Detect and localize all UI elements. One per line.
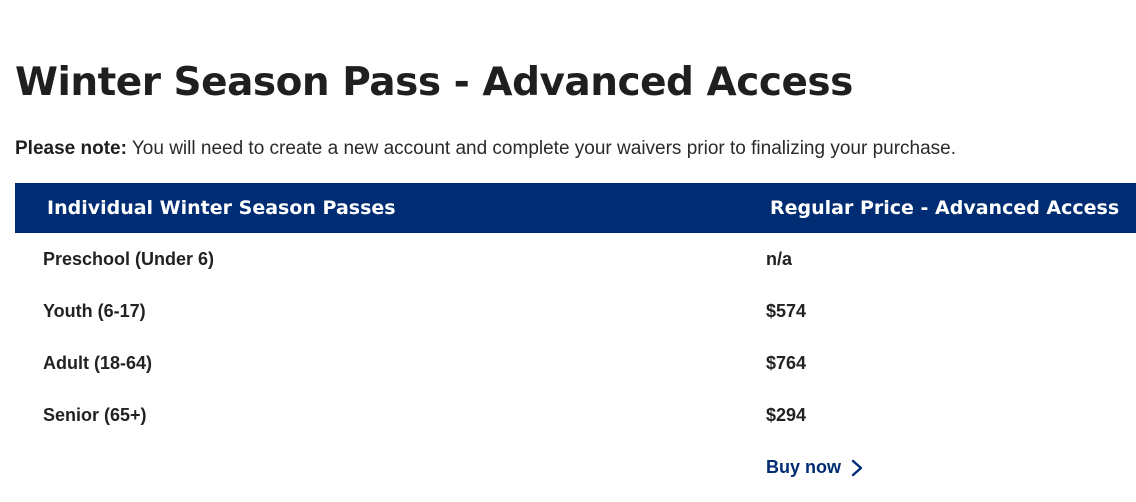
pass-price: n/a: [766, 249, 793, 269]
pass-price: $294: [766, 405, 807, 425]
column-header-pass: Individual Winter Season Passes: [47, 197, 396, 219]
pass-name: Preschool (Under 6): [43, 249, 215, 269]
page-title: Winter Season Pass - Advanced Access: [15, 60, 853, 105]
pass-name: Senior (65+): [43, 405, 147, 425]
pass-name: Youth (6-17): [43, 301, 146, 321]
note-label: Please note:: [15, 138, 127, 159]
pass-name: Adult (18-64): [43, 353, 153, 373]
chevron-right-icon: [851, 459, 863, 476]
table-row: Youth (6-17) $574: [15, 285, 1136, 337]
pass-price: $574: [766, 301, 807, 321]
season-pass-table: Individual Winter Season Passes Regular …: [15, 183, 1136, 441]
buy-now-label: Buy now: [766, 457, 841, 477]
table-row: Adult (18-64) $764: [15, 337, 1136, 389]
note-text: You will need to create a new account an…: [126, 138, 957, 159]
table-header: Individual Winter Season Passes Regular …: [15, 183, 1136, 233]
pass-price: $764: [766, 353, 807, 373]
buy-now-link[interactable]: Buy now: [766, 457, 863, 478]
column-header-price: Regular Price - Advanced Access: [770, 197, 1120, 219]
table-row: Senior (65+) $294: [15, 389, 1136, 441]
purchase-note: Please note: You will need to create a n…: [15, 138, 956, 160]
table-row: Preschool (Under 6) n/a: [15, 233, 1136, 285]
